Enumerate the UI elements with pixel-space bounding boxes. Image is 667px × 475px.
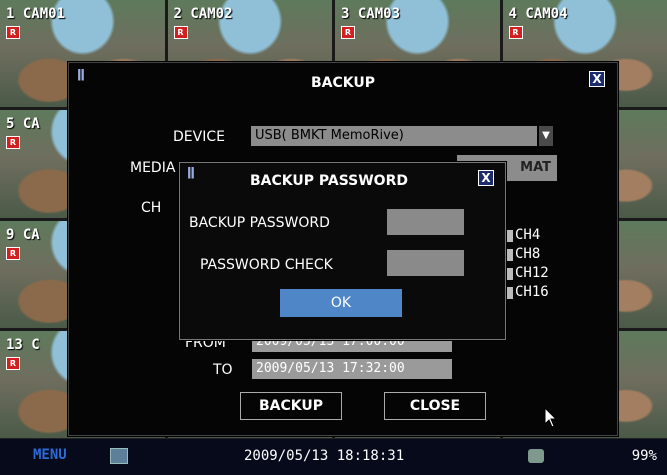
- ch12-label: CH12: [515, 265, 549, 281]
- ch8-checkbox[interactable]: [507, 249, 513, 261]
- drag-handle-icon[interactable]: ǁ: [187, 165, 195, 179]
- close-icon[interactable]: X: [589, 71, 605, 87]
- status-datetime: 2009/05/13 18:18:31: [244, 448, 404, 464]
- ch4-label: CH4: [515, 227, 540, 243]
- ok-button[interactable]: OK: [280, 289, 402, 317]
- record-icon: R: [6, 26, 20, 39]
- network-icon: [110, 448, 128, 464]
- ch16-label: CH16: [515, 284, 549, 300]
- camera-label: 3 CAM03: [341, 6, 400, 22]
- to-time-input[interactable]: 2009/05/13 17:32:00: [252, 359, 452, 379]
- ch16-checkbox[interactable]: [507, 287, 513, 299]
- camera-label: 5 CA: [6, 116, 40, 132]
- camera-label: 2 CAM02: [174, 6, 233, 22]
- device-select[interactable]: USB( BMKT MemoRive): [251, 126, 537, 146]
- ch12-checkbox[interactable]: [507, 268, 513, 280]
- record-icon: R: [6, 357, 20, 370]
- password-check-label: PASSWORD CHECK: [200, 257, 333, 273]
- backup-dialog-title: BACKUP: [69, 75, 617, 91]
- chevron-down-icon[interactable]: ▼: [539, 126, 553, 146]
- ch4-checkbox[interactable]: [507, 230, 513, 242]
- record-icon: R: [341, 26, 355, 39]
- hdd-icon: [528, 449, 544, 463]
- close-button[interactable]: CLOSE: [384, 392, 486, 420]
- password-input[interactable]: [387, 209, 464, 235]
- record-icon: R: [6, 136, 20, 149]
- status-bar: MENU 2009/05/13 18:18:31 99%: [0, 438, 667, 475]
- media-label: MEDIA: [130, 160, 175, 176]
- mouse-cursor-icon: [544, 407, 558, 429]
- menu-button[interactable]: MENU: [33, 447, 67, 463]
- backup-button[interactable]: BACKUP: [240, 392, 342, 420]
- camera-label: 13 C: [6, 337, 40, 353]
- record-icon: R: [509, 26, 523, 39]
- record-icon: R: [174, 26, 188, 39]
- camera-label: 9 CA: [6, 227, 40, 243]
- close-icon[interactable]: X: [478, 170, 494, 186]
- record-icon: R: [6, 247, 20, 260]
- to-label: TO: [213, 362, 233, 378]
- channel-label: CH: [141, 200, 161, 216]
- camera-label: 1 CAM01: [6, 6, 65, 22]
- disk-usage: 99%: [632, 448, 657, 464]
- device-label: DEVICE: [173, 129, 225, 145]
- backup-password-dialog: ǁ BACKUP PASSWORD X BACKUP PASSWORD PASS…: [179, 162, 506, 340]
- password-dialog-title: BACKUP PASSWORD: [250, 173, 408, 189]
- ch8-label: CH8: [515, 246, 540, 262]
- password-check-input[interactable]: [387, 250, 464, 276]
- camera-label: 4 CAM04: [509, 6, 568, 22]
- backup-password-label: BACKUP PASSWORD: [189, 215, 330, 231]
